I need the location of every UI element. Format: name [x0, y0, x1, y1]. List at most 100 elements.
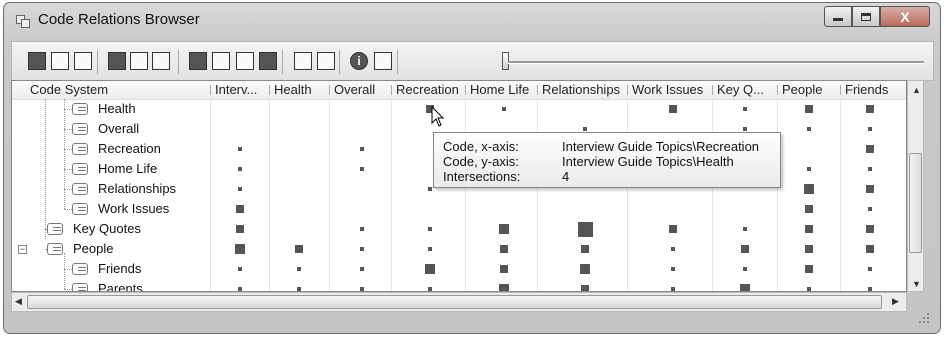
code-row-label[interactable]: Overall [98, 121, 139, 136]
column-header[interactable]: Health [274, 82, 312, 97]
intersection-marker[interactable] [866, 225, 874, 233]
intersection-marker[interactable] [360, 227, 364, 231]
intersection-marker[interactable] [804, 184, 814, 194]
horizontal-scroll-thumb[interactable] [27, 295, 882, 309]
intersection-marker[interactable] [577, 221, 593, 237]
column-header[interactable]: Work Issues [632, 82, 703, 97]
intersection-marker[interactable] [807, 287, 811, 291]
intersection-marker[interactable] [236, 225, 244, 233]
intersection-marker[interactable] [868, 127, 872, 131]
code-row-label[interactable]: Work Issues [98, 201, 169, 216]
intersection-marker[interactable] [741, 245, 749, 253]
intersection-marker[interactable] [868, 267, 872, 271]
column-header[interactable]: People [782, 82, 822, 97]
intersection-marker[interactable] [743, 127, 747, 131]
intersection-marker[interactable] [580, 264, 590, 274]
intersection-marker[interactable] [238, 187, 242, 191]
intersection-marker[interactable] [807, 167, 811, 171]
intersection-marker[interactable] [805, 205, 813, 213]
intersection-marker[interactable] [866, 245, 874, 253]
column-header[interactable]: Interv... [215, 82, 257, 97]
intersection-marker[interactable] [236, 205, 244, 213]
code-row-label[interactable]: Key Quotes [73, 221, 141, 236]
intersection-marker[interactable] [807, 127, 811, 131]
intersection-marker[interactable] [238, 167, 242, 171]
column-header[interactable]: Code System [30, 82, 108, 97]
intersection-marker[interactable] [360, 267, 364, 271]
code-row-label[interactable]: Relationships [98, 181, 176, 196]
intersection-marker[interactable] [428, 187, 432, 191]
code-row-label[interactable]: Friends [98, 261, 141, 276]
intersection-marker[interactable] [740, 284, 750, 291]
column-header[interactable]: Home Life [470, 82, 529, 97]
intersection-marker[interactable] [743, 107, 747, 111]
intersection-marker[interactable] [671, 247, 675, 251]
intersection-marker[interactable] [805, 245, 813, 253]
intersection-marker[interactable] [743, 227, 747, 231]
intersection-marker[interactable] [868, 207, 872, 211]
run-icon[interactable] [374, 52, 392, 70]
intersection-marker[interactable] [428, 247, 432, 251]
resize-grip-icon[interactable] [918, 312, 930, 324]
list-icon[interactable] [294, 52, 312, 70]
layout-a-icon[interactable] [108, 52, 126, 70]
intersection-marker[interactable] [868, 167, 872, 171]
intersection-marker[interactable] [583, 127, 587, 131]
intersection-marker[interactable] [866, 105, 874, 113]
intersection-marker[interactable] [866, 185, 874, 193]
intersection-marker[interactable] [238, 267, 242, 271]
intersection-marker[interactable] [500, 265, 508, 273]
layout-b-icon[interactable] [130, 52, 148, 70]
intersection-marker[interactable] [297, 287, 301, 291]
intersection-marker[interactable] [360, 247, 364, 251]
copy-icon[interactable] [259, 52, 277, 70]
intersection-marker[interactable] [502, 107, 506, 111]
info-icon[interactable]: i [350, 52, 368, 70]
code-row-label[interactable]: Recreation [98, 141, 161, 156]
close-button[interactable]: X [880, 6, 930, 27]
intersection-marker[interactable] [235, 244, 245, 254]
intersection-marker[interactable] [297, 267, 301, 271]
intersection-marker[interactable] [866, 145, 874, 153]
save-icon[interactable] [51, 52, 69, 70]
transpose-icon[interactable] [236, 52, 254, 70]
intersection-marker[interactable] [295, 245, 303, 253]
scroll-down-icon[interactable]: ▼ [912, 279, 921, 289]
collapse-toggle[interactable]: − [18, 245, 27, 254]
vertical-scroll-thumb[interactable] [909, 153, 922, 253]
column-header[interactable]: Recreation [396, 82, 459, 97]
intersection-marker[interactable] [805, 225, 813, 233]
intersection-marker[interactable] [671, 287, 675, 291]
intersection-marker[interactable] [671, 267, 675, 271]
intersection-marker[interactable] [360, 147, 364, 151]
intersection-marker[interactable] [425, 264, 435, 274]
intersection-marker[interactable] [500, 245, 508, 253]
zoom-slider-track[interactable] [508, 61, 924, 64]
layout-c-icon[interactable] [152, 52, 170, 70]
vertical-scrollbar[interactable]: ▲ ▼ [907, 80, 924, 292]
export-icon[interactable] [28, 52, 46, 70]
intersection-marker[interactable] [581, 285, 589, 291]
number-display-icon[interactable] [189, 52, 207, 70]
scroll-left-icon[interactable]: ◀ [15, 296, 22, 307]
intersection-marker[interactable] [360, 167, 364, 171]
intersection-marker[interactable] [743, 267, 747, 271]
intersection-marker[interactable] [805, 105, 813, 113]
intersection-marker[interactable] [428, 287, 432, 291]
intersection-marker[interactable] [238, 147, 242, 151]
intersection-marker[interactable] [669, 105, 677, 113]
intersection-marker[interactable] [499, 224, 509, 234]
intersection-marker[interactable] [669, 225, 677, 233]
refresh-icon[interactable] [317, 52, 335, 70]
print-icon[interactable] [74, 52, 92, 70]
scroll-up-icon[interactable]: ▲ [912, 85, 921, 95]
symbol-display-icon[interactable] [212, 52, 230, 70]
column-header[interactable]: Relationships [542, 82, 620, 97]
intersection-marker[interactable] [360, 287, 364, 291]
scroll-right-icon[interactable]: ▶ [892, 296, 899, 307]
column-header[interactable]: Friends [845, 82, 888, 97]
minimize-button[interactable] [824, 6, 852, 27]
maximize-button[interactable] [852, 6, 880, 27]
intersection-marker[interactable] [868, 287, 872, 291]
code-row-label[interactable]: People [73, 241, 113, 256]
